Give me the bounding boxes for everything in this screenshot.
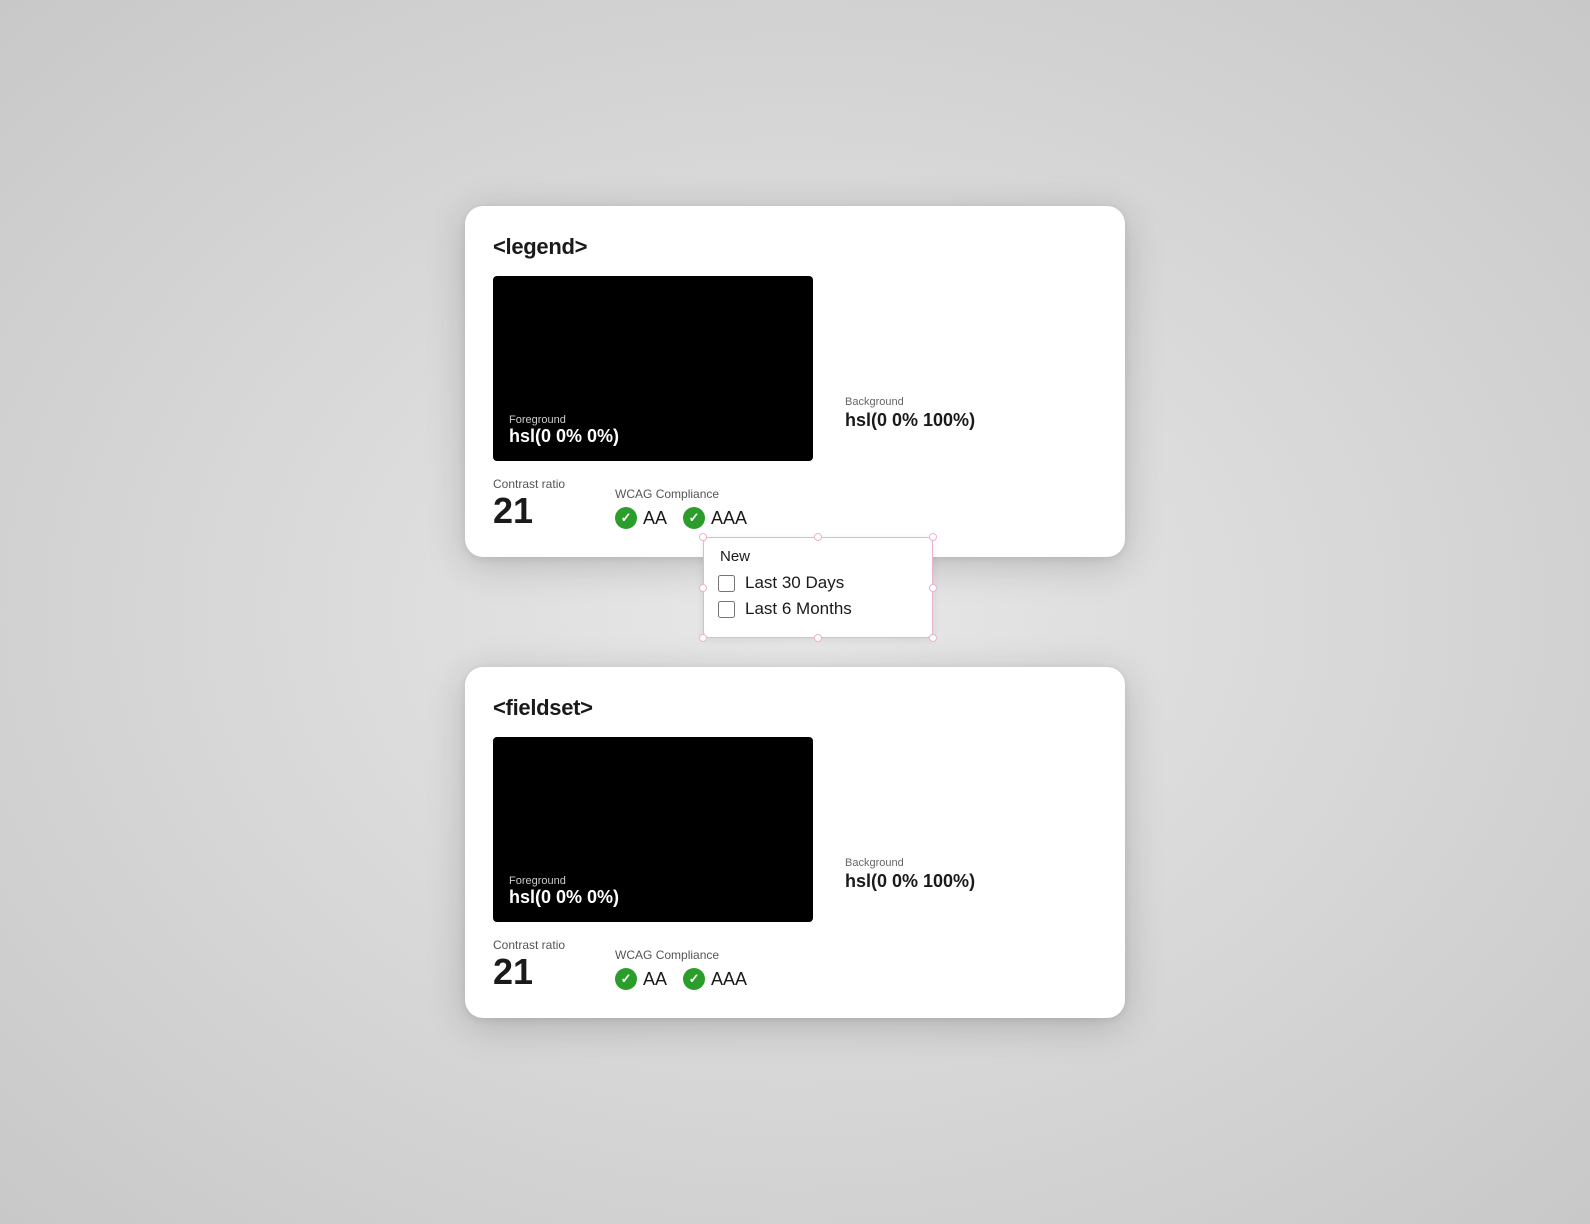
card1-fg-value: hsl(0 0% 0%) (509, 426, 797, 447)
card1-preview-area: Foreground hsl(0 0% 0%) Contrast ratio 2… (493, 276, 813, 529)
card2-wcag-aa-badge: ✓ AA (615, 968, 667, 990)
card1-bg-info: Background hsl(0 0% 100%) (813, 276, 975, 529)
page-wrapper: <legend> Foreground hsl(0 0% 0%) Contras… (455, 206, 1135, 1018)
card2-bg-info: Background hsl(0 0% 100%) (813, 737, 975, 990)
fieldset-card: <fieldset> Foreground hsl(0 0% 0%) Contr… (465, 667, 1125, 1018)
popup-handle-tm (814, 533, 822, 541)
card2-wcag-badges: ✓ AA ✓ AAA (615, 968, 747, 990)
card1-wcag-aaa-badge: ✓ AAA (683, 507, 747, 529)
legend-card: <legend> Foreground hsl(0 0% 0%) Contras… (465, 206, 1125, 557)
card1-aa-check-icon: ✓ (615, 507, 637, 529)
card2-aa-label: AA (643, 969, 667, 990)
card2-contrast-value: 21 (493, 954, 565, 990)
card2-aaa-check-icon: ✓ (683, 968, 705, 990)
popup-checkbox1[interactable]: Last 30 Days (718, 573, 916, 593)
card2-wcag-label: WCAG Compliance (615, 948, 747, 962)
card2-bg-value: hsl(0 0% 100%) (845, 871, 975, 892)
card1-aaa-check-icon: ✓ (683, 507, 705, 529)
card2-preview-box: Foreground hsl(0 0% 0%) (493, 737, 813, 922)
card2-wcag-aaa-badge: ✓ AAA (683, 968, 747, 990)
card1-title: <legend> (493, 234, 1097, 260)
card2-aa-check-icon: ✓ (615, 968, 637, 990)
card1-aa-label: AA (643, 508, 667, 529)
card1-bg-value: hsl(0 0% 100%) (845, 410, 975, 431)
card1-contrast-block: Contrast ratio 21 (493, 477, 565, 529)
card2-fg-label: Foreground (509, 875, 797, 887)
popup-checkbox2-label: Last 6 Months (745, 599, 852, 619)
card1-aaa-label: AAA (711, 508, 747, 529)
popup-handle-bm (814, 634, 822, 642)
card2-aaa-label: AAA (711, 969, 747, 990)
card1-wcag-block: WCAG Compliance ✓ AA ✓ AAA (615, 487, 747, 529)
popup-handle-tl (699, 533, 707, 541)
popup-new-label: New (718, 548, 916, 565)
card2-wcag-block: WCAG Compliance ✓ AA ✓ AAA (615, 948, 747, 990)
card1-contrast-value: 21 (493, 493, 565, 529)
popup-checkbox1-input[interactable] (718, 575, 735, 592)
card2-bg-label: Background (845, 857, 975, 869)
card2-contrast-section: Contrast ratio 21 WCAG Compliance ✓ AA ✓ (493, 938, 813, 990)
card1-wcag-label: WCAG Compliance (615, 487, 747, 501)
popup-handle-lm (699, 584, 707, 592)
card1-contrast-section: Contrast ratio 21 WCAG Compliance ✓ AA ✓ (493, 477, 813, 529)
card1-wcag-badges: ✓ AA ✓ AAA (615, 507, 747, 529)
popup-checkbox2-input[interactable] (718, 601, 735, 618)
card2-fg-value: hsl(0 0% 0%) (509, 887, 797, 908)
popup-checkbox2[interactable]: Last 6 Months (718, 599, 916, 619)
popup-checkbox1-label: Last 30 Days (745, 573, 844, 593)
card1-contrast-label: Contrast ratio (493, 477, 565, 491)
card1-preview-box: Foreground hsl(0 0% 0%) (493, 276, 813, 461)
popup-handle-bl (699, 634, 707, 642)
card2-contrast-block: Contrast ratio 21 (493, 938, 565, 990)
card2-contrast-label: Contrast ratio (493, 938, 565, 952)
popup-handle-rm (929, 584, 937, 592)
popup-handle-tr (929, 533, 937, 541)
floating-popup: New Last 30 Days Last 6 Months (703, 537, 933, 638)
popup-handle-br (929, 634, 937, 642)
card1-info-row: Foreground hsl(0 0% 0%) Contrast ratio 2… (493, 276, 1097, 529)
card2-info-row: Foreground hsl(0 0% 0%) Contrast ratio 2… (493, 737, 1097, 990)
card2-title: <fieldset> (493, 695, 1097, 721)
card1-fg-label: Foreground (509, 414, 797, 426)
card1-wcag-aa-badge: ✓ AA (615, 507, 667, 529)
card2-preview-area: Foreground hsl(0 0% 0%) Contrast ratio 2… (493, 737, 813, 990)
card1-bg-label: Background (845, 396, 975, 408)
